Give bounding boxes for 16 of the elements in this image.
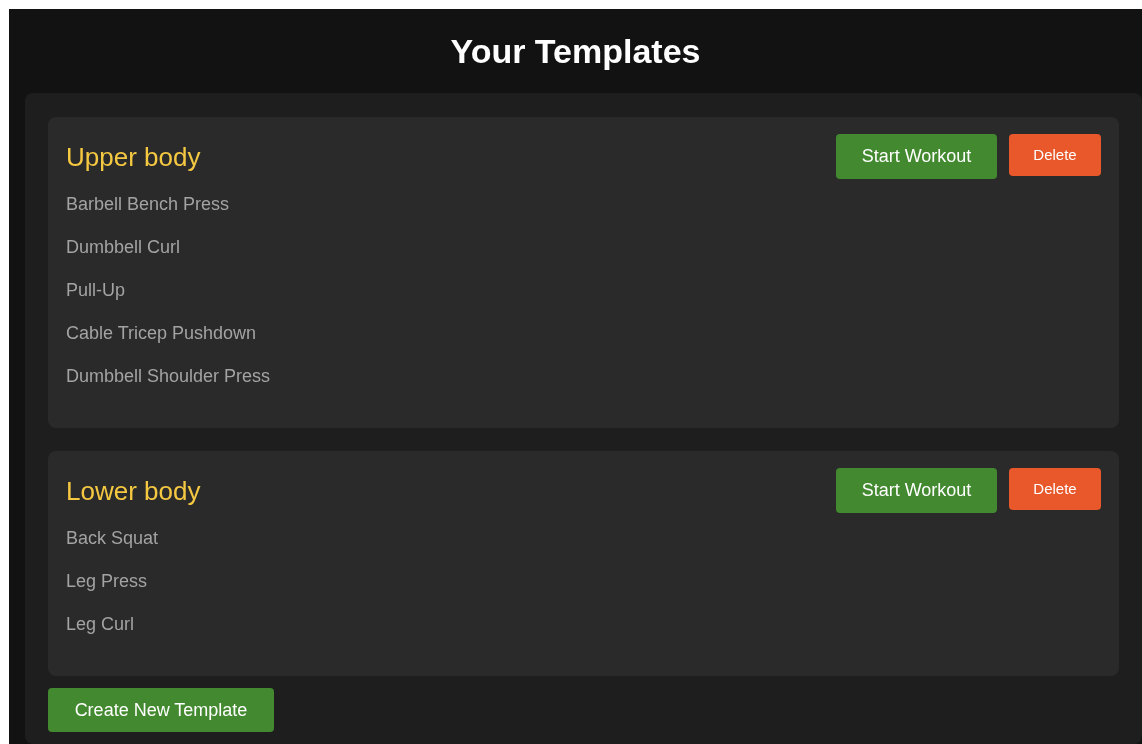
template-name: Lower body <box>66 475 201 507</box>
exercise-name: Leg Press <box>66 570 148 593</box>
exercise-name: Pull-Up <box>66 279 126 302</box>
exercise-name: Back Squat <box>66 527 159 550</box>
delete-button[interactable]: Delete <box>1009 468 1101 510</box>
exercise-name: Leg Curl <box>66 613 135 636</box>
exercise-name: Dumbbell Curl <box>66 236 181 259</box>
page-title: Your Templates <box>450 30 701 72</box>
exercise-name: Dumbbell Shoulder Press <box>66 365 271 388</box>
create-template-button[interactable]: Create New Template <box>48 688 274 732</box>
exercise-name: Cable Tricep Pushdown <box>66 322 257 345</box>
start-workout-button[interactable]: Start Workout <box>836 134 997 179</box>
exercise-name: Barbell Bench Press <box>66 193 230 216</box>
template-name: Upper body <box>66 141 201 173</box>
start-workout-button[interactable]: Start Workout <box>836 468 997 513</box>
delete-button[interactable]: Delete <box>1009 134 1101 176</box>
